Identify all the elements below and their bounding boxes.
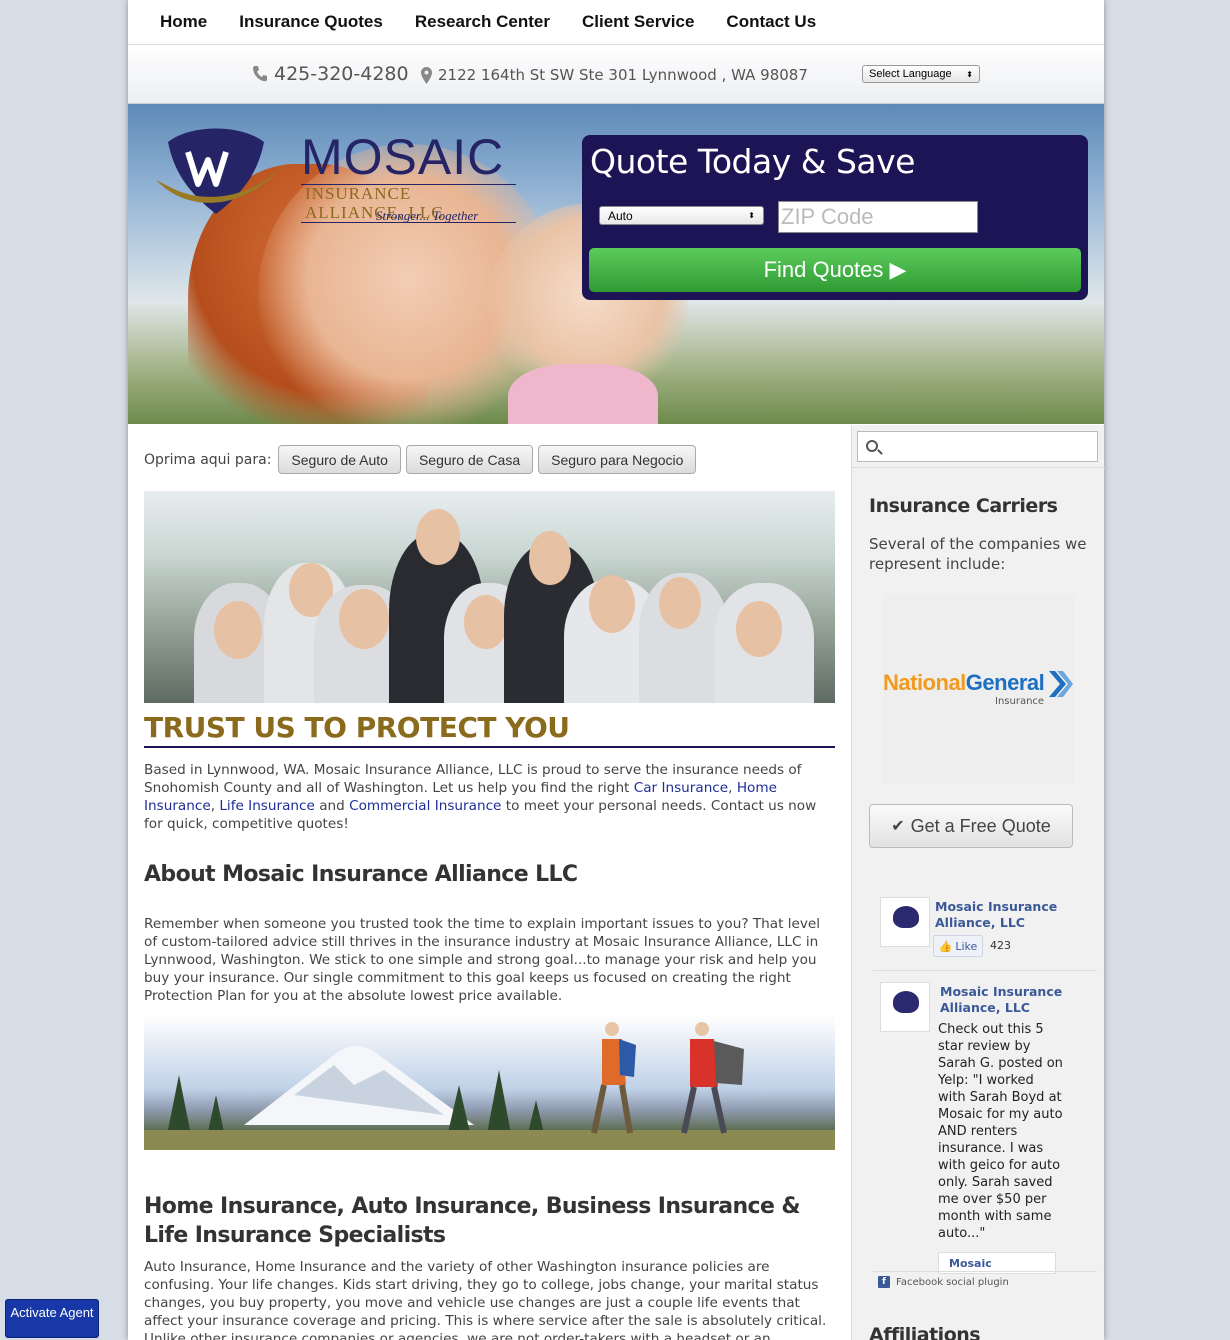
team-member-head bbox=[416, 509, 460, 565]
intro-paragraph: Based in Lynnwood, WA. Mosaic Insurance … bbox=[144, 762, 817, 832]
map-pin-icon bbox=[421, 66, 432, 84]
logo-tagline: Stronger... Together bbox=[376, 208, 479, 223]
select-arrows-icon: ⬍ bbox=[748, 211, 755, 220]
mountain-scene-image bbox=[144, 1022, 835, 1150]
insurance-type-select[interactable]: Auto ⬍ bbox=[599, 206, 764, 225]
address-text: 2122 164th St SW Ste 301 Lynnwood , WA 9… bbox=[438, 66, 808, 84]
fb-post-avatar[interactable] bbox=[880, 982, 930, 1032]
quote-title: Quote Today & Save bbox=[590, 142, 915, 181]
thumbs-up-icon: 👍 bbox=[938, 939, 953, 953]
insurance-type-value: Auto bbox=[608, 208, 633, 223]
team-member-head bbox=[736, 601, 782, 657]
fb-like-label: Like bbox=[955, 939, 978, 953]
select-arrows-icon: ⬍ bbox=[966, 69, 973, 79]
specialists-paragraph: Auto Insurance, Home Insurance and the v… bbox=[144, 1259, 827, 1340]
fb-like-button[interactable]: 👍 Like bbox=[933, 935, 983, 957]
carrier-name-b: General bbox=[965, 670, 1045, 695]
car-insurance-link[interactable]: Car Insurance bbox=[634, 780, 728, 796]
commercial-insurance-link[interactable]: Commercial Insurance bbox=[349, 798, 501, 814]
activate-agent-button[interactable]: Activate Agent bbox=[5, 1299, 99, 1338]
nav-research-center[interactable]: Research Center bbox=[415, 12, 550, 32]
mosaic-logo-icon bbox=[893, 906, 919, 928]
team-member-head bbox=[659, 577, 701, 629]
language-select-label: Select Language bbox=[869, 68, 952, 80]
fb-divider bbox=[873, 970, 1097, 971]
hero-banner: MOSAIC INSURANCE ALLIANCE, LLC Stronger.… bbox=[128, 104, 1104, 424]
sidebar-divider bbox=[852, 467, 1105, 468]
seguro-negocio-button[interactable]: Seguro para Negocio bbox=[538, 445, 697, 474]
carrier-logo[interactable]: NationalGeneral Insurance bbox=[883, 594, 1075, 784]
spanish-links: Oprima aqui para: Seguro de Auto Seguro … bbox=[144, 445, 697, 474]
team-member-head bbox=[529, 531, 571, 585]
company-logo[interactable]: MOSAIC INSURANCE ALLIANCE, LLC Stronger.… bbox=[156, 122, 516, 224]
facebook-icon: f bbox=[878, 1276, 890, 1288]
check-icon: ✔ bbox=[891, 818, 905, 835]
phone-icon bbox=[253, 66, 267, 82]
chevron-right-icon bbox=[1049, 671, 1073, 697]
logo-title: MOSAIC bbox=[301, 129, 505, 185]
free-quote-label: Get a Free Quote bbox=[910, 815, 1051, 836]
team-member-head bbox=[464, 595, 508, 649]
fb-post-author[interactable]: Mosaic Insurance Alliance, LLC bbox=[940, 984, 1070, 1016]
team-member-head bbox=[339, 589, 389, 649]
phone-number[interactable]: 425-320-4280 bbox=[252, 63, 409, 85]
seguro-auto-button[interactable]: Seguro de Auto bbox=[278, 445, 401, 474]
seguro-casa-button[interactable]: Seguro de Casa bbox=[405, 445, 534, 474]
hero-photo-baby-shirt bbox=[508, 364, 658, 424]
mosaic-logo-icon bbox=[893, 991, 919, 1013]
language-select[interactable]: Select Language ⬍ bbox=[862, 65, 980, 83]
fb-plugin-label: Facebook social plugin bbox=[896, 1276, 1009, 1288]
team-member-head bbox=[214, 601, 262, 659]
mountain-hikers-photo bbox=[144, 1015, 835, 1150]
about-heading: About Mosaic Insurance Alliance LLC bbox=[144, 862, 578, 887]
free-quote-button[interactable]: ✔ Get a Free Quote bbox=[869, 804, 1073, 848]
nav-client-service[interactable]: Client Service bbox=[582, 12, 694, 32]
carrier-subtitle: Insurance bbox=[995, 696, 1045, 707]
nav-contact-us[interactable]: Contact Us bbox=[726, 12, 816, 32]
carrier-name: NationalGeneral bbox=[883, 670, 1045, 696]
fb-plugin-footer[interactable]: f Facebook social plugin bbox=[878, 1276, 1009, 1288]
about-paragraph: Remember when someone you trusted took t… bbox=[144, 916, 821, 1004]
search-icon bbox=[866, 440, 878, 452]
address: 2122 164th St SW Ste 301 Lynnwood , WA 9… bbox=[421, 66, 808, 84]
phone-text: 425-320-4280 bbox=[274, 63, 409, 85]
quote-form: Quote Today & Save Auto ⬍ ZIP Code Find … bbox=[582, 135, 1088, 300]
fb-like-count: 423 bbox=[990, 939, 1011, 952]
page-wrapper: Home Insurance Quotes Research Center Cl… bbox=[128, 0, 1105, 1340]
affiliations-heading: Affiliations bbox=[869, 1324, 981, 1340]
fb-page-name[interactable]: Mosaic Insurance Alliance, LLC bbox=[935, 899, 1075, 931]
mosaic-shield-icon bbox=[156, 128, 296, 214]
find-quotes-button[interactable]: Find Quotes ▶ bbox=[589, 248, 1081, 292]
contact-bar: 425-320-4280 2122 164th St SW Ste 301 Ly… bbox=[128, 45, 1104, 104]
search-input[interactable] bbox=[857, 431, 1098, 462]
main-nav: Home Insurance Quotes Research Center Cl… bbox=[128, 0, 1104, 45]
carriers-heading: Insurance Carriers bbox=[869, 495, 1058, 517]
team-member-head bbox=[589, 575, 635, 633]
team-photo bbox=[144, 491, 835, 703]
specialists-heading: Home Insurance, Auto Insurance, Business… bbox=[144, 1194, 801, 1248]
nav-home[interactable]: Home bbox=[160, 12, 207, 32]
facebook-widget: Mosaic Insurance Alliance, LLC 👍 Like 42… bbox=[873, 885, 1097, 1305]
life-insurance-link[interactable]: Life Insurance bbox=[219, 798, 315, 814]
fb-post-text: Check out this 5 star review by Sarah G.… bbox=[938, 1022, 1063, 1241]
nav-insurance-quotes[interactable]: Insurance Quotes bbox=[239, 12, 383, 32]
trust-heading: TRUST US TO PROTECT YOU bbox=[144, 711, 835, 748]
fb-divider bbox=[873, 1271, 1097, 1272]
spanish-label: Oprima aqui para: bbox=[144, 451, 272, 468]
sidebar: Insurance Carriers Several of the compan… bbox=[851, 425, 1105, 1340]
fb-page-avatar[interactable] bbox=[880, 897, 930, 947]
zip-code-input[interactable]: ZIP Code bbox=[778, 201, 978, 233]
carrier-name-a: National bbox=[883, 670, 966, 695]
carriers-text: Several of the companies we represent in… bbox=[869, 535, 1087, 573]
